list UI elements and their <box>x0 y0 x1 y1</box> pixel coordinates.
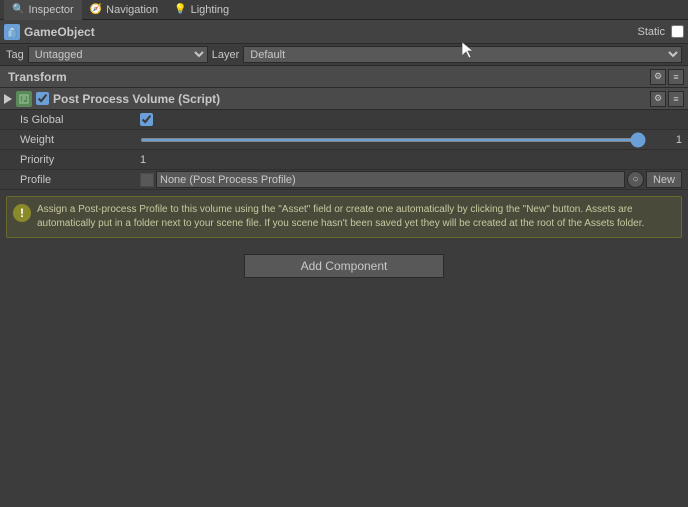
post-process-component-icon <box>16 91 32 107</box>
profile-input[interactable] <box>156 171 625 188</box>
priority-row: Priority 1 <box>0 150 688 170</box>
tab-navigation-label: Navigation <box>106 4 158 16</box>
static-label: Static <box>637 26 665 38</box>
tab-lighting[interactable]: 💡 Lighting <box>166 0 237 20</box>
tag-label: Tag <box>6 49 24 61</box>
profile-label: Profile <box>20 174 140 186</box>
profile-row: Profile ○ New <box>0 170 688 190</box>
post-process-collapse-icon <box>4 94 12 104</box>
script-icon <box>19 94 29 104</box>
new-profile-button[interactable]: New <box>646 171 682 188</box>
lighting-icon: 💡 <box>174 4 186 15</box>
inspector-panel: GameObject Static Tag Untagged Layer Def… <box>0 20 688 507</box>
is-global-label: Is Global <box>20 114 140 126</box>
priority-label: Priority <box>20 154 140 166</box>
tab-inspector-label: Inspector <box>28 4 73 16</box>
post-process-section-icons: ⚙ ≡ <box>650 91 684 107</box>
tag-dropdown[interactable]: Untagged <box>28 46 208 63</box>
tab-inspector[interactable]: 🔍 Inspector <box>4 0 82 20</box>
tab-bar: 🔍 Inspector 🧭 Navigation 💡 Lighting <box>0 0 688 20</box>
is-global-value <box>140 113 682 126</box>
layer-label: Layer <box>212 49 240 61</box>
empty-space <box>0 288 688 507</box>
cube-icon <box>6 26 18 38</box>
info-box: ! Assign a Post-process Profile to this … <box>6 196 682 238</box>
gameobject-icon <box>4 24 20 40</box>
profile-asset-icon <box>140 173 154 187</box>
gameobject-name: GameObject <box>24 25 633 39</box>
add-component-container: Add Component <box>0 244 688 288</box>
transform-title: Transform <box>8 70 646 84</box>
profile-select-button[interactable]: ○ <box>627 171 644 188</box>
transform-section-icons: ⚙ ≡ <box>650 69 684 85</box>
weight-slider[interactable] <box>140 138 646 142</box>
is-global-row: Is Global <box>0 110 688 130</box>
tab-navigation[interactable]: 🧭 Navigation <box>82 0 166 20</box>
layer-dropdown[interactable]: Default <box>243 46 682 63</box>
tag-layer-row: Tag Untagged Layer Default <box>0 44 688 66</box>
is-global-checkbox[interactable] <box>140 113 153 126</box>
post-process-enable-checkbox[interactable] <box>36 92 49 105</box>
tab-lighting-label: Lighting <box>191 4 230 16</box>
gameobject-header: GameObject Static <box>0 20 688 44</box>
info-icon: ! <box>13 204 31 222</box>
weight-value: 1 <box>652 134 682 146</box>
navigation-icon: 🧭 <box>90 4 102 15</box>
post-process-title: Post Process Volume (Script) <box>53 92 646 106</box>
post-process-menu-icon[interactable]: ≡ <box>668 91 684 107</box>
transform-section-header[interactable]: Transform ⚙ ≡ <box>0 66 688 88</box>
priority-value-container: 1 <box>140 154 682 166</box>
post-process-settings-icon[interactable]: ⚙ <box>650 91 666 107</box>
weight-label: Weight <box>20 134 140 146</box>
info-text: Assign a Post-process Profile to this vo… <box>37 203 675 231</box>
post-process-section-header: Post Process Volume (Script) ⚙ ≡ <box>0 88 688 110</box>
profile-field: ○ New <box>140 171 682 188</box>
transform-settings-icon[interactable]: ⚙ <box>650 69 666 85</box>
inspector-icon: 🔍 <box>12 4 24 15</box>
priority-value: 1 <box>140 154 146 166</box>
weight-row: Weight 1 <box>0 130 688 150</box>
add-component-button[interactable]: Add Component <box>244 254 444 278</box>
transform-menu-icon[interactable]: ≡ <box>668 69 684 85</box>
weight-slider-container: 1 <box>140 134 682 146</box>
static-checkbox[interactable] <box>671 25 684 38</box>
